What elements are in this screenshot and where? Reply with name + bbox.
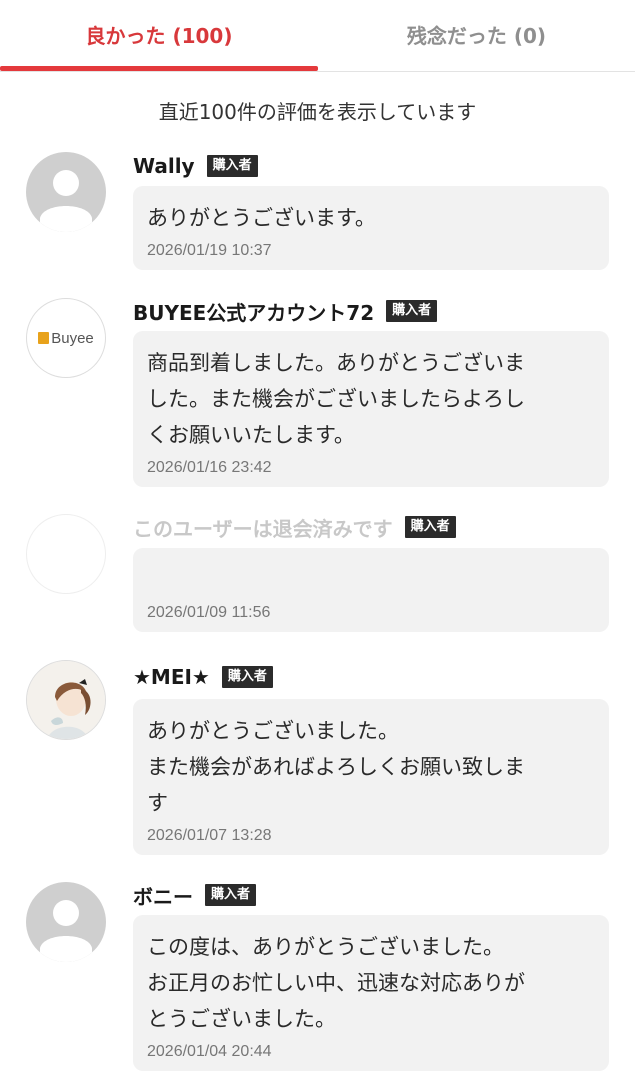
default-user-icon[interactable] — [26, 152, 106, 232]
buyer-badge: 購入者 — [205, 884, 257, 906]
reviewer-line: ★MEI★ 購入者 — [133, 663, 273, 691]
review-comment: 商品到着しました。ありがとうございま した。また機会がございましたらよろし くお… — [147, 351, 525, 447]
blank-avatar — [26, 514, 106, 594]
buyer-badge: 購入者 — [221, 666, 273, 688]
review-date: 2026/01/09 11:56 — [147, 604, 271, 621]
review-count-notice: 直近100件の評価を表示しています — [158, 100, 477, 124]
review-bubble: この度は、ありがとうございました。 お正月のお忙しい中、迅速な対応ありが とうご… — [133, 915, 609, 1071]
reviewer-line: このユーザーは退会済みです 購入者 — [133, 513, 456, 541]
buyer-badge: 購入者 — [206, 155, 258, 177]
active-tab-indicator — [0, 66, 318, 71]
reviewer-name[interactable]: Wally — [133, 154, 195, 178]
review-comment — [147, 562, 595, 598]
review-bubble: ありがとうございます。 2026/01/19 10:37 — [133, 186, 609, 270]
reviewer-name: このユーザーは退会済みです — [133, 516, 393, 541]
review-bubble: 商品到着しました。ありがとうございま した。また機会がございましたらよろし くお… — [133, 331, 609, 487]
reviewer-name[interactable]: BUYEE公式アカウント72 — [133, 297, 374, 326]
buyer-badge: 購入者 — [386, 300, 438, 322]
illustration-avatar[interactable] — [26, 660, 106, 740]
tab-bad[interactable]: 残念だった (0) — [318, 0, 635, 68]
review-date: 2026/01/07 13:28 — [147, 827, 272, 844]
review-bubble: ありがとうございました。 また機会があればよろしくお願い致しま す 2026/0… — [133, 699, 609, 855]
review-comment: ありがとうございます。 — [147, 206, 376, 230]
reviewer-name[interactable]: ★MEI★ — [133, 665, 210, 689]
reviewer-name[interactable]: ボニー — [133, 881, 193, 910]
review-comment: この度は、ありがとうございました。 お正月のお忙しい中、迅速な対応ありが とうご… — [147, 935, 525, 1031]
review-date: 2026/01/16 23:42 — [147, 459, 272, 476]
reviewer-line: Wally 購入者 — [133, 152, 258, 180]
review-date: 2026/01/19 10:37 — [147, 242, 272, 259]
buyee-logo-text: Buyee — [51, 329, 94, 347]
reviewer-line: ボニー 購入者 — [133, 881, 257, 910]
reviewer-line: BUYEE公式アカウント72 購入者 — [133, 297, 438, 326]
buyee-logo-icon[interactable]: Buyee — [26, 298, 106, 378]
review-date: 2026/01/04 20:44 — [147, 1043, 272, 1060]
rating-tabs: 良かった (100) 残念だった (0) — [0, 0, 635, 72]
review-comment: ありがとうございました。 また機会があればよろしくお願い致しま す — [147, 719, 525, 815]
buyee-logo: Buyee — [38, 330, 94, 347]
buyer-badge: 購入者 — [404, 516, 456, 538]
buyee-mark-icon — [38, 332, 50, 344]
review-bubble: 2026/01/09 11:56 — [133, 548, 609, 632]
tab-good[interactable]: 良かった (100) — [0, 0, 318, 68]
default-user-icon[interactable] — [26, 882, 106, 962]
